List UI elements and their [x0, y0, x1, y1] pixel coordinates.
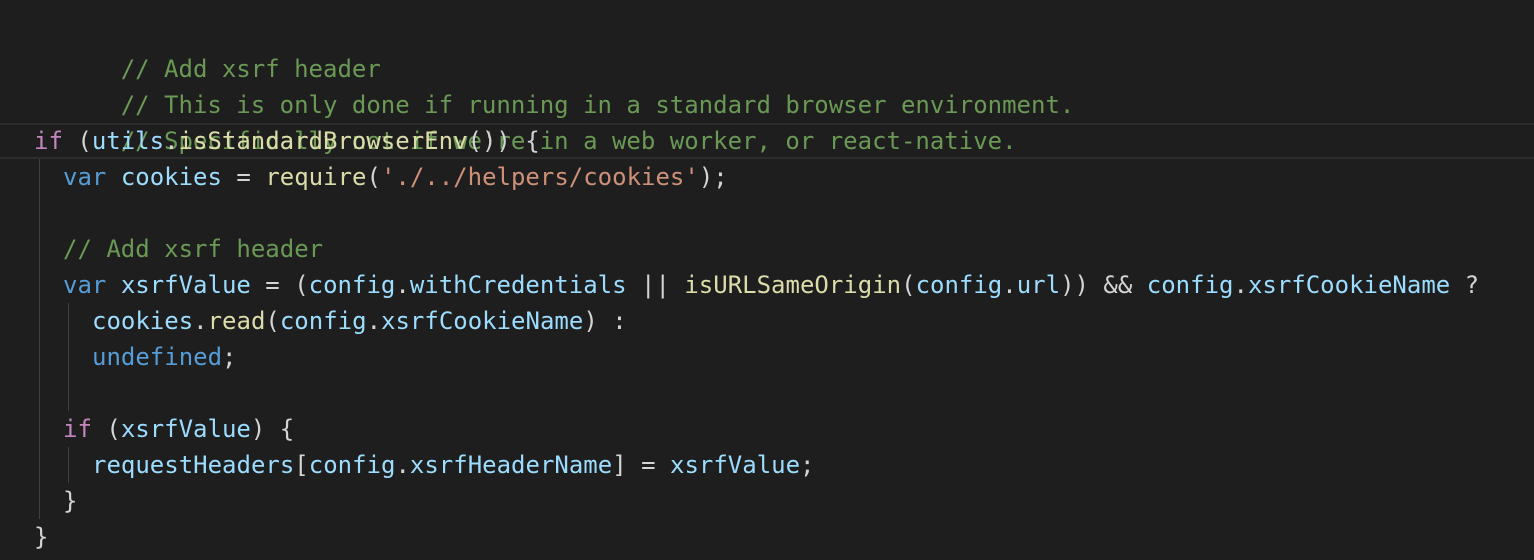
- indent-guide: [68, 303, 69, 339]
- punct-token: ()) {: [467, 127, 540, 155]
- identifier-token: xsrfCookieName: [1247, 271, 1451, 299]
- punct-token: .: [366, 307, 382, 335]
- indent-guide: [68, 375, 69, 411]
- function-token: require: [265, 163, 367, 191]
- code-line-11[interactable]: [34, 375, 1534, 411]
- indent-guide: [39, 339, 40, 375]
- code-area[interactable]: // Add xsrf header // This is only done …: [0, 15, 1534, 555]
- punct-token: .: [164, 127, 179, 155]
- punct-token: ) :: [583, 307, 627, 335]
- code-line-8[interactable]: var xsrfValue = (config.withCredentials …: [34, 267, 1534, 303]
- identifier-token: config: [308, 271, 396, 299]
- identifier-token: xsrfValue: [120, 415, 251, 443]
- code-line-14[interactable]: }: [34, 483, 1534, 519]
- code-line-5[interactable]: var cookies = require('./../helpers/cook…: [34, 159, 1534, 195]
- punct-token: [: [294, 451, 309, 479]
- punct-token: )) &&: [1060, 271, 1147, 299]
- punct-token: );: [698, 163, 728, 191]
- indent-guide: [39, 447, 40, 483]
- indent-guide: [39, 231, 40, 267]
- comment-token: // Add xsrf header: [63, 235, 324, 263]
- punct-token: ||: [626, 271, 685, 299]
- identifier-token: withCredentials: [409, 271, 627, 299]
- identifier-token: config: [1146, 271, 1234, 299]
- identifier-token: url: [1016, 271, 1061, 299]
- punct-token: (: [366, 163, 381, 191]
- brace-token: }: [63, 487, 78, 515]
- punct-token: .: [193, 307, 208, 335]
- code-line-12[interactable]: if (xsrfValue) {: [34, 411, 1534, 447]
- code-line-1[interactable]: // Add xsrf header: [34, 15, 1534, 83]
- identifier-token: config: [279, 307, 367, 335]
- punct-token: (: [91, 415, 121, 443]
- indent-guide: [39, 195, 40, 231]
- code-line-10[interactable]: undefined;: [34, 339, 1534, 375]
- punct-token: ) {: [250, 415, 295, 443]
- code-line-15[interactable]: }: [34, 519, 1534, 555]
- punct-token: ?: [1450, 271, 1480, 299]
- punct-token: ;: [800, 451, 815, 479]
- punct-token: (: [901, 271, 916, 299]
- punct-token: ;: [222, 343, 237, 371]
- code-line-13[interactable]: requestHeaders[config.xsrfHeaderName] = …: [34, 447, 1534, 483]
- keyword-token: if: [34, 127, 63, 155]
- indent-guide: [68, 447, 69, 483]
- punct-token: =: [221, 163, 266, 191]
- identifier-token: xsrfCookieName: [381, 307, 584, 335]
- constant-token: undefined: [92, 343, 223, 371]
- identifier-token: xsrfValue: [670, 451, 801, 479]
- keyword-token: var: [63, 163, 107, 191]
- indent-guide: [39, 303, 40, 339]
- identifier-token: cookies: [120, 163, 222, 191]
- keyword-token: var: [63, 271, 107, 299]
- function-token: isStandardBrowserEnv: [178, 127, 468, 155]
- editor-gutter: [0, 0, 14, 560]
- keyword-token: if: [63, 415, 92, 443]
- punct-token: ] =: [612, 451, 670, 479]
- punct-token: .: [395, 451, 410, 479]
- brace-token: }: [34, 523, 49, 551]
- punct-token: = (: [250, 271, 309, 299]
- code-line-4-current[interactable]: if (utils.isStandardBrowserEnv()) {: [0, 123, 1534, 159]
- identifier-token: config: [308, 451, 396, 479]
- identifier-token: config: [915, 271, 1003, 299]
- indent-guide: [39, 267, 40, 303]
- punct-token: .: [395, 271, 410, 299]
- code-line-6[interactable]: [34, 195, 1534, 231]
- indent-guide: [39, 411, 40, 447]
- indent-guide: [39, 159, 40, 195]
- code-line-2[interactable]: // This is only done if running in a sta…: [34, 51, 1534, 119]
- punct-token: .: [1233, 271, 1248, 299]
- indent-guide: [39, 375, 40, 411]
- identifier-token: utils: [91, 127, 165, 155]
- identifier-token: xsrfValue: [120, 271, 251, 299]
- punct-token: (: [62, 127, 92, 155]
- identifier-token: cookies: [92, 307, 194, 335]
- indent-guide: [68, 339, 69, 375]
- identifier-token: requestHeaders: [92, 451, 295, 479]
- code-editor[interactable]: // Add xsrf header // This is only done …: [0, 0, 1534, 560]
- code-line-9[interactable]: cookies.read(config.xsrfCookieName) :: [34, 303, 1534, 339]
- code-line-3[interactable]: // Specifically not if we're in a web wo…: [34, 87, 1534, 155]
- string-token: './../helpers/cookies': [380, 163, 699, 191]
- code-line-7[interactable]: // Add xsrf header: [34, 231, 1534, 267]
- function-token: isURLSameOrigin: [684, 271, 902, 299]
- punct-token: (: [265, 307, 280, 335]
- identifier-token: xsrfHeaderName: [409, 451, 613, 479]
- indent-guide: [39, 483, 40, 519]
- punct-token: .: [1002, 271, 1017, 299]
- function-token: read: [207, 307, 266, 335]
